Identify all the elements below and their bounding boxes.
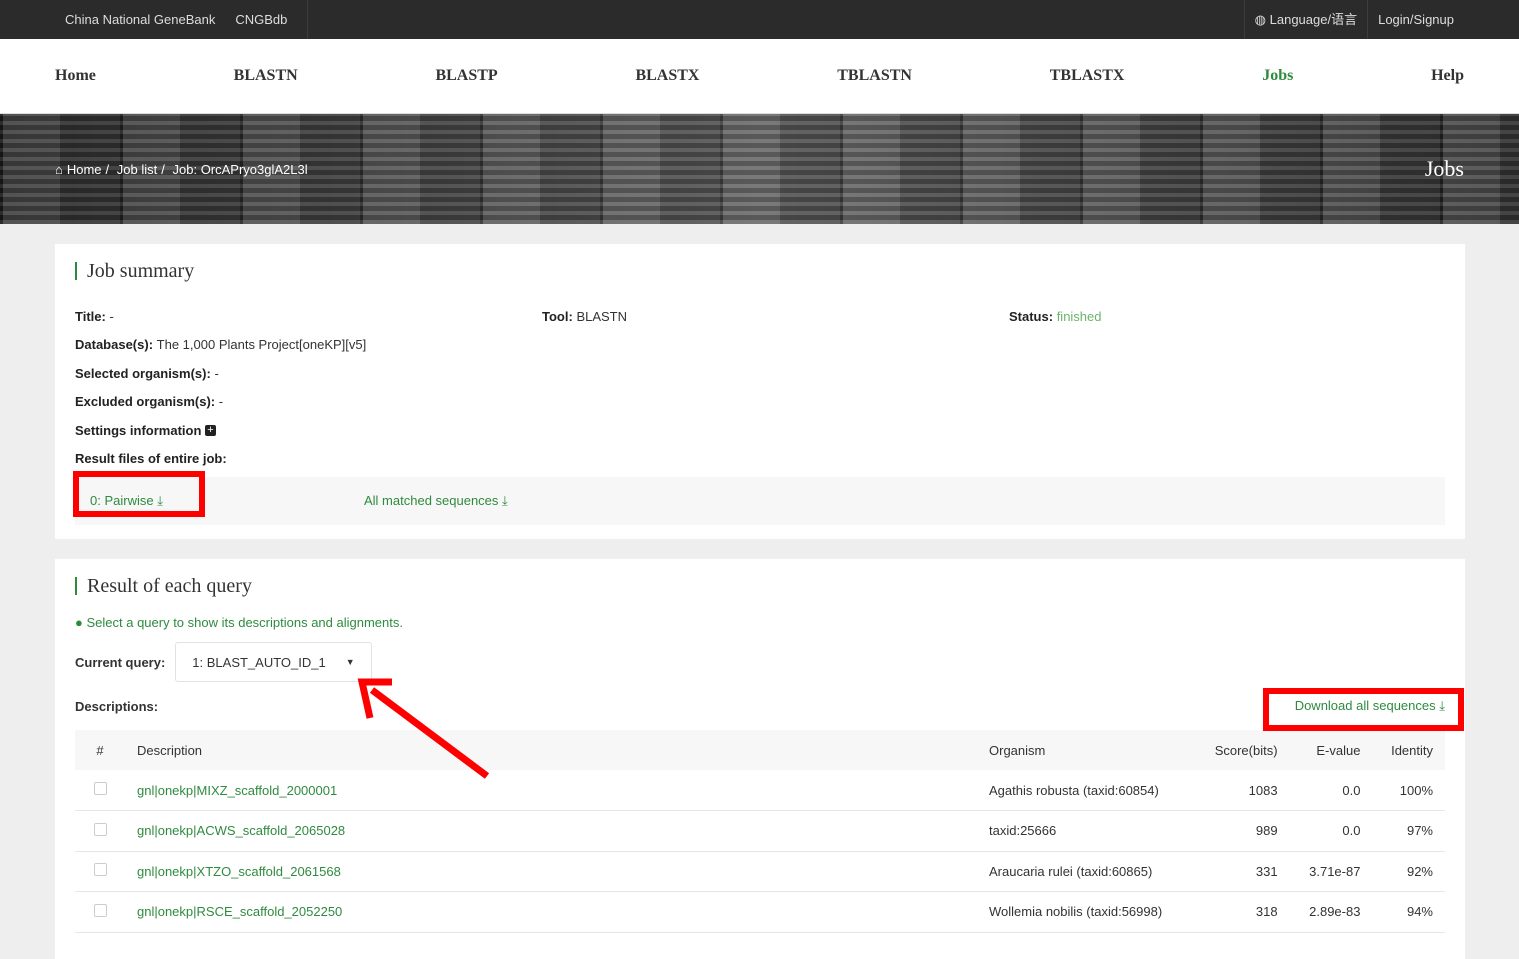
annotation-arrow: [357, 678, 490, 779]
